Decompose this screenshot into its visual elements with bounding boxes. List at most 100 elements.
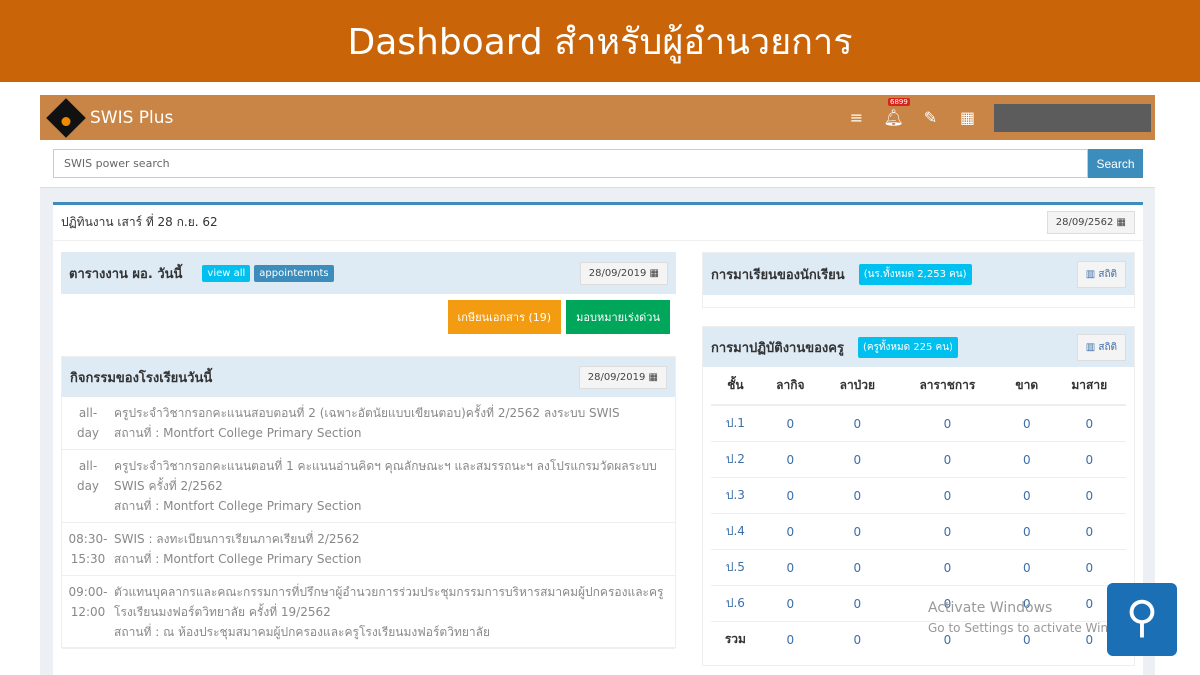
table-row: ป.1 0 0 0 0 0 bbox=[711, 404, 1126, 442]
table-cell: 0 bbox=[820, 585, 894, 622]
table-cell[interactable]: ป.5 bbox=[711, 549, 760, 586]
student-count-badge: (นร.ทั้งหมด 2,253 คน) bbox=[858, 263, 972, 285]
table-cell: 0 bbox=[1052, 477, 1126, 514]
urgent-assign-button[interactable]: มอบหมายเร่งด่วน bbox=[566, 300, 670, 334]
table-cell: 0 bbox=[1052, 513, 1126, 550]
table-cell: 0 bbox=[893, 513, 1001, 550]
page-title: ปฏิทินงาน เสาร์ ที่ 28 ก.ย. 62 bbox=[61, 215, 218, 229]
swis-logo-icon[interactable] bbox=[46, 97, 86, 138]
notification-badge: 6899 bbox=[888, 98, 910, 106]
brand-name[interactable]: SWIS Plus bbox=[90, 108, 173, 128]
event-line: สถานที่ : Montfort College Primary Secti… bbox=[114, 426, 362, 440]
date-picker[interactable]: 28/09/2562 ▦ bbox=[1046, 211, 1135, 234]
bar-chart-icon: ▥ bbox=[1085, 268, 1096, 280]
table-cell[interactable]: ป.1 bbox=[711, 404, 760, 442]
table-cell: 0 bbox=[759, 585, 821, 622]
navbar: SWIS Plus ≡ 🔔︎ 6899 ✎ ▦ bbox=[40, 95, 1155, 140]
table-cell: 0 bbox=[759, 441, 821, 478]
search-input[interactable]: SWIS power search bbox=[53, 149, 1088, 178]
column-header: ลากิจ bbox=[759, 367, 821, 406]
table-row: ป.4 0 0 0 0 0 bbox=[711, 513, 1126, 550]
table-cell: 0 bbox=[893, 477, 1001, 514]
column-header: ชั้น bbox=[711, 367, 760, 406]
event-details: ครูประจำวิชากรอกคะแนนตอนที่ 1 คะแนนอ่านค… bbox=[114, 456, 675, 516]
banner-title: Dashboard สำหรับผู้อำนวยการ bbox=[0, 0, 1200, 82]
table-cell: 0 bbox=[1000, 477, 1053, 514]
table-cell: รวม bbox=[711, 621, 760, 657]
bell-icon[interactable]: 🔔︎ 6899 bbox=[875, 98, 912, 127]
event-time: 09:00- 12:00 bbox=[68, 585, 108, 619]
table-cell: 0 bbox=[820, 477, 894, 514]
event-line: สถานที่ : Montfort College Primary Secti… bbox=[114, 499, 362, 513]
activities-box: กิจกรรมของโรงเรียนวันนี้ 28/09/2019 ▦ al… bbox=[61, 356, 676, 649]
table-cell: 0 bbox=[1052, 441, 1126, 478]
link-logo-icon: ⚲ bbox=[1107, 583, 1177, 656]
event-line: ครูประจำวิชากรอกคะแนนตอนที่ 1 คะแนนอ่านค… bbox=[114, 459, 657, 493]
documents-button[interactable]: เกษียนเอกสาร (19) bbox=[447, 300, 562, 334]
event-item[interactable]: all-day ครูประจำวิชากรอกคะแนนตอนที่ 1 คะแ… bbox=[62, 450, 675, 523]
table-cell: 0 bbox=[1000, 549, 1053, 586]
event-time: all-day bbox=[76, 459, 100, 493]
table-cell: 0 bbox=[820, 621, 894, 657]
column-header: ลาป่วย bbox=[820, 367, 894, 406]
menu-icon[interactable]: ≡ bbox=[838, 108, 875, 127]
event-item[interactable]: 08:30- 15:30 SWIS : ลงทะเบียนการเรียนภาคเร… bbox=[62, 523, 675, 576]
table-cell: 0 bbox=[759, 621, 821, 657]
app-window: SWIS Plus ≡ 🔔︎ 6899 ✎ ▦ SWIS power search… bbox=[40, 95, 1155, 675]
event-time: 08:30- 15:30 bbox=[68, 532, 108, 566]
activities-title: กิจกรรมของโรงเรียนวันนี้ bbox=[70, 370, 213, 386]
column-header: มาสาย bbox=[1052, 367, 1126, 406]
table-cell: 0 bbox=[1052, 404, 1126, 442]
table-cell[interactable]: ป.2 bbox=[711, 441, 760, 478]
student-stats-button[interactable]: ▥ สถิติ bbox=[1076, 260, 1126, 288]
appointments-button[interactable]: appointemnts bbox=[254, 264, 334, 282]
table-cell: 0 bbox=[820, 441, 894, 478]
table-cell: 0 bbox=[1000, 441, 1053, 478]
table-row: ป.3 0 0 0 0 0 bbox=[711, 477, 1126, 514]
bar-chart-icon: ▥ bbox=[1085, 341, 1096, 353]
student-attendance-title: การมาเรียนของนักเรียน bbox=[711, 267, 845, 283]
event-line: สถานที่ : ณ ห้องประชุมสมาคมผู้ปกครองและค… bbox=[114, 625, 491, 639]
view-all-button[interactable]: view all bbox=[202, 264, 251, 282]
table-cell: 0 bbox=[893, 549, 1001, 586]
student-attendance-box: การมาเรียนของนักเรียน (นร.ทั้งหมด 2,253 … bbox=[702, 252, 1135, 308]
event-line: SWIS : ลงทะเบียนการเรียนภาคเรียนที่ 2/25… bbox=[114, 532, 360, 546]
table-cell: 0 bbox=[759, 513, 821, 550]
calendar-icon: ▦ bbox=[1116, 217, 1126, 228]
table-cell: 0 bbox=[1000, 513, 1053, 550]
calendar-icon[interactable]: ▦ bbox=[949, 108, 986, 127]
schedule-box: ตารางงาน ผอ. วันนี้ view all appointemnt… bbox=[61, 252, 676, 352]
event-item[interactable]: 09:00- 12:00 ตัวแทนบุคลากรและคณะกรรมการที่… bbox=[62, 576, 675, 649]
edit-icon[interactable]: ✎ bbox=[912, 108, 949, 127]
table-cell: 0 bbox=[759, 477, 821, 514]
column-header: ลาราชการ bbox=[893, 367, 1001, 406]
activities-date-picker[interactable]: 28/09/2019 ▦ bbox=[578, 365, 667, 389]
search-button[interactable]: Search bbox=[1088, 149, 1143, 178]
event-time: all-day bbox=[76, 406, 100, 440]
table-cell: 0 bbox=[759, 404, 821, 442]
date-value: 28/09/2019 bbox=[588, 267, 647, 279]
user-menu[interactable] bbox=[994, 103, 1151, 132]
table-cell: 0 bbox=[820, 404, 894, 442]
table-cell[interactable]: ป.6 bbox=[711, 585, 760, 622]
table-cell[interactable]: ป.3 bbox=[711, 477, 760, 514]
teacher-attendance-title: การมาปฏิบัติงานของครู bbox=[711, 340, 844, 356]
table-row: ป.5 0 0 0 0 0 bbox=[711, 549, 1126, 586]
event-item[interactable]: all-day ครูประจำวิชากรอกคะแนนสอบตอนที่ 2 … bbox=[62, 397, 675, 450]
teacher-stats-button[interactable]: ▥ สถิติ bbox=[1076, 333, 1126, 361]
table-cell: 0 bbox=[820, 549, 894, 586]
table-cell: 0 bbox=[1000, 404, 1053, 442]
event-details: ตัวแทนบุคลากรและคณะกรรมการที่ปรึกษาผู้อำ… bbox=[114, 582, 675, 642]
event-line: ครูประจำวิชากรอกคะแนนสอบตอนที่ 2 (เฉพาะอ… bbox=[114, 406, 620, 420]
event-details: ครูประจำวิชากรอกคะแนนสอบตอนที่ 2 (เฉพาะอ… bbox=[114, 403, 620, 443]
table-cell: 0 bbox=[820, 513, 894, 550]
stats-label: สถิติ bbox=[1098, 341, 1117, 353]
event-line: ตัวแทนบุคลากรและคณะกรรมการที่ปรึกษาผู้อำ… bbox=[114, 585, 664, 619]
event-line: สถานที่ : Montfort College Primary Secti… bbox=[114, 552, 362, 566]
column-header: ขาด bbox=[1000, 367, 1053, 406]
date-value: 28/09/2562 bbox=[1055, 217, 1114, 228]
table-cell: 0 bbox=[893, 404, 1001, 442]
schedule-date-picker[interactable]: 28/09/2019 ▦ bbox=[579, 261, 668, 285]
table-cell[interactable]: ป.4 bbox=[711, 513, 760, 550]
table-cell: 0 bbox=[893, 441, 1001, 478]
